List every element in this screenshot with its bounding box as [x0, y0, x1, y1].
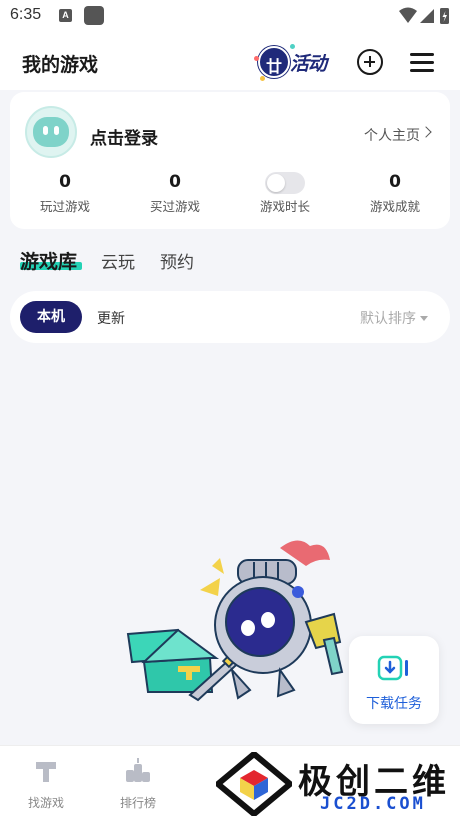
signal-icon — [420, 9, 434, 23]
stat-playtime[interactable]: 游戏时长 — [235, 172, 335, 215]
app-notification-icon — [84, 6, 104, 25]
tab-cloud-play[interactable]: 云玩 — [101, 248, 135, 273]
avatar-face — [33, 117, 69, 147]
caret-down-icon — [420, 316, 428, 321]
stat-label: 玩过游戏 — [39, 199, 90, 214]
stat-label: 游戏成就 — [369, 199, 420, 214]
hammer-icon — [36, 762, 56, 782]
stat-value: 0 — [389, 172, 401, 192]
stat-bought[interactable]: 0 买过游戏 — [125, 172, 225, 215]
filter-update-button[interactable]: 更新 — [97, 308, 125, 328]
header: 我的游戏 廿 活动 — [0, 32, 460, 90]
spark — [200, 578, 220, 596]
event-badge-button[interactable]: 廿 活动 — [254, 42, 336, 82]
profile-card: 点击登录 个人主页 0 玩过游戏 0 买过游戏 游戏时长 0 游戏成就 — [10, 92, 450, 229]
watermark-subtitle: JC2D.COM — [320, 794, 426, 814]
filter-bar: 本机 更新 默认排序 — [10, 291, 450, 343]
avatar[interactable] — [25, 106, 77, 158]
stat-label: 买过游戏 — [149, 199, 200, 214]
download-tasks-label: 下载任务 — [366, 696, 422, 712]
sort-dropdown[interactable]: 默认排序 — [360, 308, 416, 328]
homepage-link[interactable]: 个人主页 — [364, 125, 420, 145]
filter-local-button[interactable]: 本机 — [20, 301, 82, 333]
page-title: 我的游戏 — [22, 54, 99, 76]
stat-achievements[interactable]: 0 游戏成就 — [345, 172, 445, 215]
nav-label: 找游戏 — [27, 796, 64, 810]
menu-icon[interactable] — [410, 52, 434, 72]
ranking-icon — [126, 758, 150, 782]
watermark-logo-icon — [216, 752, 292, 816]
stat-value: 0 — [59, 172, 71, 192]
wifi-icon — [399, 7, 417, 23]
status-bar: 6:35 A — [0, 0, 460, 32]
nav-rankings[interactable]: 排行榜 — [108, 758, 168, 811]
spark — [212, 558, 224, 574]
playtime-toggle[interactable] — [235, 172, 335, 194]
download-icon — [377, 655, 408, 681]
tab-reservation[interactable]: 预约 — [160, 248, 194, 273]
empty-state-illustration — [126, 540, 344, 702]
watermark: 极创二维 JC2D.COM — [214, 752, 460, 817]
event-label: 活动 — [290, 53, 327, 75]
download-tasks-button[interactable]: 下载任务 — [349, 636, 439, 724]
login-link[interactable]: 点击登录 — [90, 124, 158, 149]
stat-value: 0 — [169, 172, 181, 192]
event-logo-icon: 廿 — [258, 46, 290, 78]
hammer-image — [304, 612, 344, 676]
game-tabs: 游戏库 云玩 预约 — [0, 240, 460, 284]
decor-dot — [290, 44, 295, 49]
chevron-right-icon — [420, 126, 432, 138]
decor-dot — [260, 76, 265, 81]
stat-played[interactable]: 0 玩过游戏 — [15, 172, 115, 215]
stat-label: 游戏时长 — [259, 199, 310, 214]
nav-label: 排行榜 — [119, 796, 156, 810]
nav-find-games[interactable]: 找游戏 — [16, 758, 76, 811]
decor-dot — [254, 56, 259, 61]
add-icon[interactable] — [357, 49, 383, 75]
system-status-icons — [399, 7, 449, 24]
tab-library[interactable]: 游戏库 — [20, 247, 77, 274]
keyboard-a-icon: A — [59, 9, 72, 22]
status-time: 6:35 — [10, 6, 42, 23]
